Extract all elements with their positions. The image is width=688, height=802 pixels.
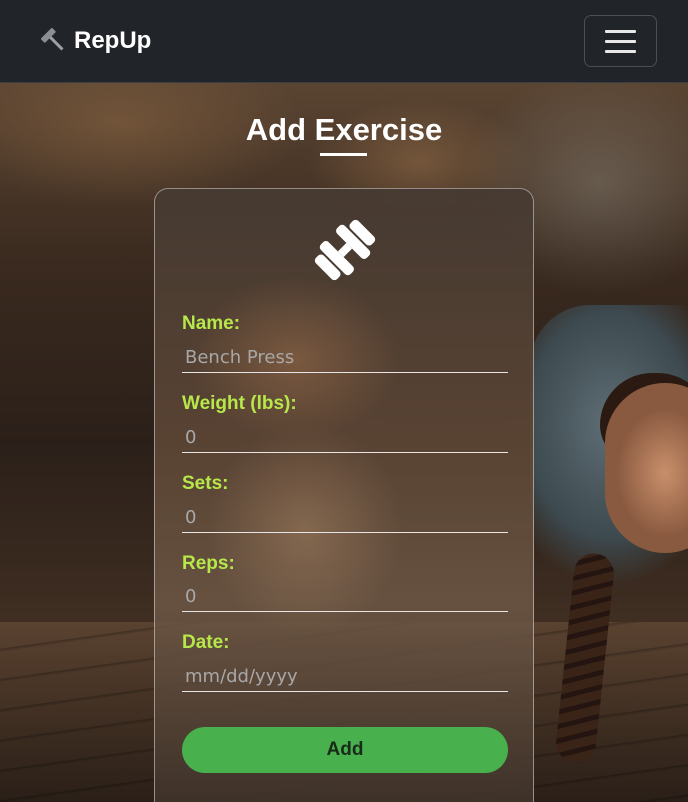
dumbbell-icon [310,215,380,285]
weight-field[interactable] [182,423,508,453]
reps-field[interactable] [182,582,508,612]
title-underline [320,153,367,156]
page-title: Add Exercise [245,112,443,147]
name-label: Name: [182,313,241,334]
date-label: Date: [182,632,230,653]
sets-field[interactable] [182,503,508,533]
hammer-icon [40,27,68,55]
add-button[interactable]: Add [182,727,508,773]
navbar-toggle-button[interactable] [584,15,657,67]
brand-name: RepUp [74,27,152,54]
weight-label: Weight (lbs): [182,393,297,414]
name-field[interactable] [182,343,508,373]
date-field[interactable] [182,662,508,692]
sets-label: Sets: [182,473,229,494]
brand-link[interactable]: RepUp [40,24,151,58]
navbar: RepUp [0,0,688,83]
add-exercise-form: Name: Weight (lbs): Sets: Reps: Date: Ad… [154,188,534,802]
reps-label: Reps: [182,553,235,574]
